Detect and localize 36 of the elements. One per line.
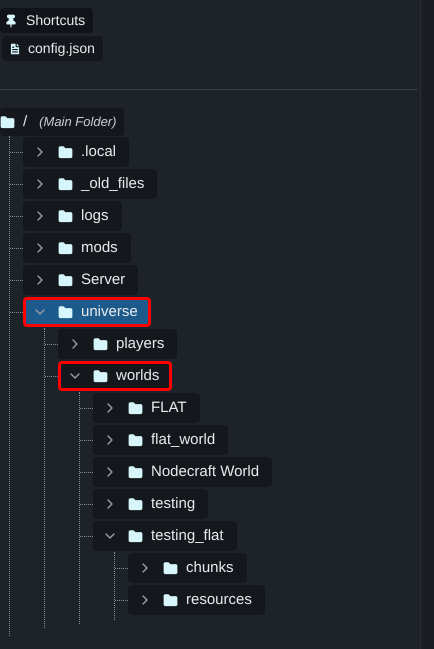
folder-item[interactable]: resources <box>128 585 265 615</box>
shortcut-file[interactable]: config.json <box>2 36 103 61</box>
folder-icon <box>0 114 15 130</box>
root-folder[interactable]: / (Main Folder) <box>0 108 124 136</box>
folder-icon <box>58 272 73 288</box>
folder-item[interactable]: FLAT <box>93 393 200 423</box>
folder-item[interactable]: Server <box>23 265 138 295</box>
folder-icon <box>58 144 73 160</box>
folder-item[interactable]: testing_flat <box>93 521 237 551</box>
folder-item[interactable]: _old_files <box>23 169 158 199</box>
shortcuts-header: Shortcuts <box>0 8 94 33</box>
folder-item[interactable]: players <box>58 329 178 359</box>
file-icon <box>8 42 22 56</box>
folder-icon <box>128 464 143 480</box>
pin-icon <box>4 14 18 28</box>
folder-icon <box>58 208 73 224</box>
folder-icon <box>58 240 73 256</box>
folder-icon <box>58 304 73 320</box>
folder-item[interactable]: flat_world <box>93 425 228 455</box>
folder-icon <box>58 176 73 192</box>
folder-item[interactable]: worlds <box>58 361 172 391</box>
folder-icon <box>128 496 143 512</box>
folder-item[interactable]: universe <box>23 297 151 327</box>
folder-item[interactable]: chunks <box>128 553 247 583</box>
folder-icon <box>93 368 108 384</box>
folder-icon <box>128 528 143 544</box>
folder-icon <box>93 336 108 352</box>
folder-item[interactable]: testing <box>93 489 208 519</box>
folder-icon <box>163 592 178 608</box>
folder-icon <box>163 560 178 576</box>
folder-item[interactable]: .local <box>23 137 130 167</box>
folder-icon <box>128 432 143 448</box>
folder-icon <box>128 400 143 416</box>
folder-item[interactable]: mods <box>23 233 131 263</box>
folder-item[interactable]: Nodecraft World <box>93 457 272 487</box>
folder-item[interactable]: logs <box>23 201 122 231</box>
